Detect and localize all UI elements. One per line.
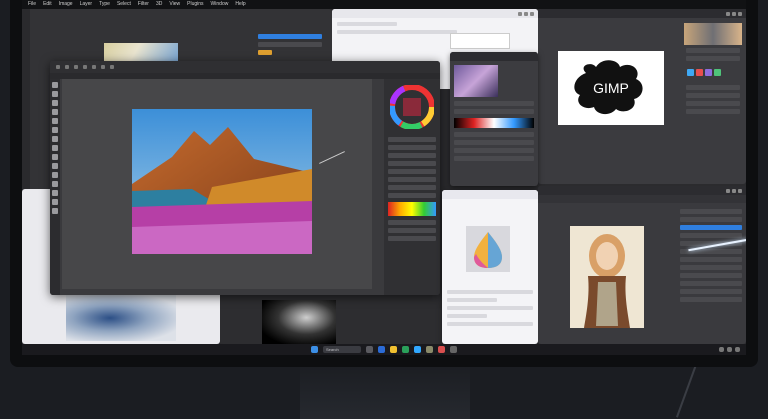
art-app-window[interactable] [538,186,746,344]
menu-item-image[interactable]: Image [59,0,73,9]
tool-strip [22,9,30,189]
toolbox [50,79,60,295]
art-right-panel [676,206,746,344]
dialog-preview-image [454,65,498,97]
menu-item-window[interactable]: Window [211,0,229,9]
menu-item-3d[interactable]: 3D [156,0,162,9]
gimp-logo-text: GIMP [593,80,629,96]
menu-item-file[interactable]: File [28,0,36,9]
art-app-toolbar [538,195,746,203]
menu-item-type[interactable]: Type [99,0,110,9]
art-canvas [570,226,644,328]
menu-item-filter[interactable]: Filter [138,0,149,9]
color-drop-icon [474,232,502,268]
photoshop-icon[interactable] [414,346,421,353]
monitor-screen: File Edit Image Layer Type Select Filter… [22,0,746,355]
photoshop-main-window[interactable] [50,61,440,295]
menu-item-select[interactable]: Select [117,0,131,9]
menu-item-edit[interactable]: Edit [43,0,52,9]
background-portrait-viewer[interactable] [220,290,460,344]
dialog-gradient-bar [454,118,534,128]
battery-icon[interactable] [735,347,740,352]
search-input[interactable]: Search [323,346,361,353]
gradient-swatch [388,202,436,216]
browser-titlebar [332,9,538,18]
gear-icon[interactable] [450,346,457,353]
edge-icon[interactable] [378,346,385,353]
sketch-artwork [66,295,176,341]
store-icon[interactable] [402,346,409,353]
gimp-color-swatches [686,64,740,82]
app-icon[interactable] [438,346,445,353]
dialog-titlebar [450,52,538,61]
options-bar [50,61,440,73]
canvas-area[interactable] [62,79,372,289]
wifi-icon[interactable] [719,347,724,352]
menu-item-layer[interactable]: Layer [80,0,93,9]
browser-card [450,33,510,49]
bw-portrait [262,300,336,344]
gimp-icon[interactable] [426,346,433,353]
cursor-line [319,151,345,164]
task-view-icon[interactable] [366,346,373,353]
art-app-titlebar [538,186,746,195]
landscape-image [132,109,312,254]
folder-icon[interactable] [390,346,397,353]
scene: File Edit Image Layer Type Select Filter… [0,0,768,419]
gimp-logo-blob: GIMP [574,60,643,115]
monitor-stand [300,367,470,419]
girl-portrait-painting [584,234,630,328]
gimp-titlebar [538,9,746,18]
monitor-cable [675,361,699,418]
menu-item-help[interactable]: Help [235,0,245,9]
system-tray [719,344,740,355]
taskbar: Search [22,344,746,355]
color-picker-window[interactable] [442,190,538,344]
volume-icon[interactable] [727,347,732,352]
properties-panel [384,79,440,295]
gimp-brush-thumbs [684,23,742,45]
menu-bar: File Edit Image Layer Type Select Filter… [22,0,746,9]
gimp-window[interactable]: GIMP [538,9,746,184]
gimp-right-dock [682,21,744,181]
gimp-canvas: GIMP [558,51,664,125]
menu-item-view[interactable]: View [169,0,180,9]
color-wheel-icon[interactable] [389,84,435,130]
color-picker-titlebar [442,190,538,199]
gradient-dialog[interactable] [450,52,538,186]
windows-start-icon[interactable] [311,346,318,353]
color-preview-card [466,226,510,272]
menu-item-plugins[interactable]: Plugins [187,0,203,9]
